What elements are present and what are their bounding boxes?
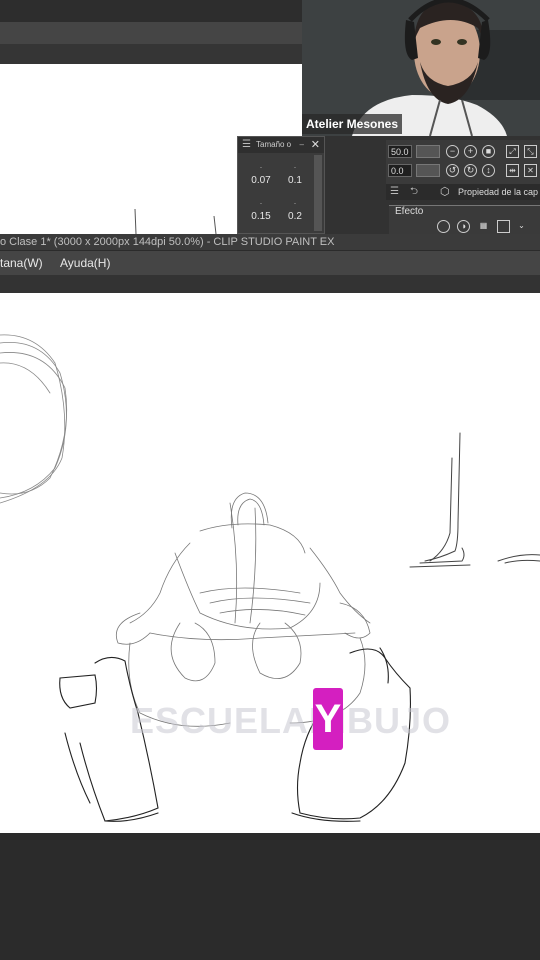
fit-navigator-icon[interactable]: ⤡: [524, 145, 537, 158]
zoom-out-icon[interactable]: −: [446, 145, 459, 158]
rotation-value-field[interactable]: 0.0: [388, 164, 412, 177]
rotation-slider[interactable]: [416, 164, 440, 177]
brush-size-option[interactable]: 0.15: [244, 181, 278, 225]
brush-size-panel: ☰ Tamaño o – ✕ 0.07 0.1 0.15 0.2: [237, 136, 325, 234]
window-title: o Clase 1* (3000 x 2000px 144dpi 50.0%) …: [0, 236, 335, 248]
menu-item-help[interactable]: Ayuda(H): [60, 251, 110, 275]
window-title-bar: o Clase 1* (3000 x 2000px 144dpi 50.0%) …: [0, 234, 540, 250]
effect-tone-icon[interactable]: ▦: [477, 220, 490, 233]
actual-size-icon[interactable]: ■: [482, 145, 495, 158]
sketch-drawing: [0, 334, 540, 822]
zoom-in-icon[interactable]: +: [464, 145, 477, 158]
bottom-panel: [0, 833, 540, 960]
close-icon[interactable]: ✕: [311, 137, 320, 153]
streamer-name-label: Atelier Mesones: [302, 114, 403, 134]
circle-sketch: [0, 334, 68, 504]
leg-sketch: [409, 432, 540, 568]
tool-property-header: ☰ ⮌ ⬡ Propiedad de la cap: [386, 184, 540, 200]
effect-layer-icon[interactable]: [497, 220, 510, 233]
fit-window-icon[interactable]: ⤢: [506, 145, 519, 158]
drawing-canvas[interactable]: [0, 293, 540, 833]
reset-rotation-icon[interactable]: ↕: [482, 164, 495, 177]
menu-bar: tana(W) Ayuda(H): [0, 251, 540, 275]
watermark-text: ESCUELADIBUJO: [130, 700, 452, 741]
layer-property-icon[interactable]: ⬡: [440, 184, 450, 200]
zoom-slider[interactable]: [416, 145, 440, 158]
chevron-down-icon[interactable]: ⌄: [515, 220, 528, 233]
flip-vertical-icon[interactable]: ✕: [524, 164, 537, 177]
undo-icon[interactable]: ⮌: [410, 184, 418, 200]
flip-horizontal-icon[interactable]: ⇹: [506, 164, 519, 177]
navigator-tools: 50.0 0.0 − + ■ ⤢ ⤡ ↺ ↻ ↕ ⇹ ✕: [386, 140, 540, 184]
tertiary-toolbar: [0, 44, 302, 64]
effect-border-icon[interactable]: [437, 220, 450, 233]
effect-section: Efecto ◑ ▦ ⌄: [389, 205, 540, 234]
effect-label: Efecto: [395, 206, 424, 217]
brush-size-option[interactable]: 0.2: [278, 181, 312, 225]
effect-color-icon[interactable]: ◑: [457, 220, 470, 233]
rotate-right-icon[interactable]: ↻: [464, 164, 477, 177]
command-bar: [0, 275, 540, 293]
watermark-logo: Y: [313, 688, 343, 750]
panel-scrollbar[interactable]: [314, 155, 322, 231]
menu-item-window[interactable]: tana(W): [0, 251, 43, 275]
zoom-value-field[interactable]: 50.0: [388, 145, 412, 158]
secondary-toolbar: [0, 22, 302, 44]
menu-icon[interactable]: ☰: [390, 184, 399, 200]
rotate-left-icon[interactable]: ↺: [446, 164, 459, 177]
tool-property-title: Propiedad de la cap: [458, 187, 539, 197]
